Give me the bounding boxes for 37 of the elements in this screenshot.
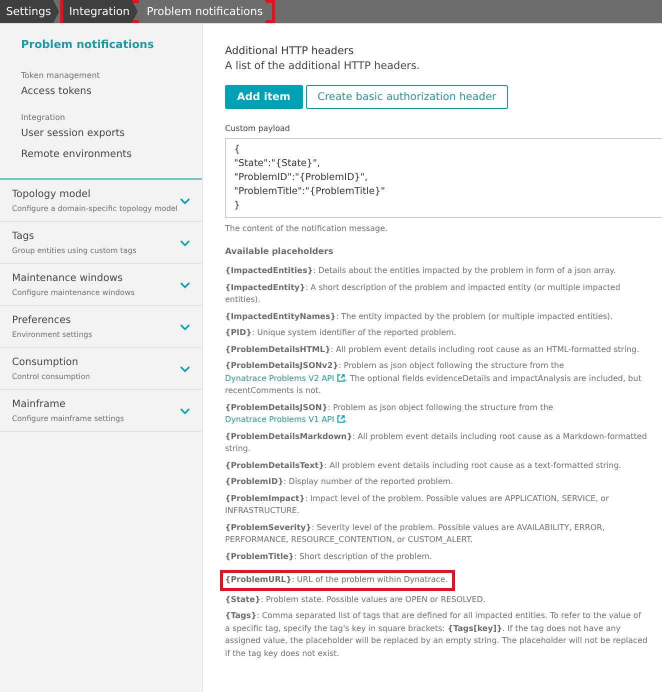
- section-title: Preferences: [12, 315, 72, 326]
- breadcrumb-item[interactable]: Integration: [63, 0, 138, 23]
- placeholder-description: {ProblemDetailsJSONv2}: Problem as json object following the structure from the Dynatrace Problems V2 API . The optional fields evidenceDetails and impactAnalysis are included, but recentComments is not.: [225, 360, 642, 397]
- placeholder-description: {ProblemDetailsJSON}: Problem as json object following the structure from the Dynatrace Problems V1 API .: [225, 402, 554, 426]
- section-title: Maintenance windows: [12, 273, 124, 284]
- placeholder-description: {ImpactedEntityNames}: The entity impacted by the problem (or multiple impacted entities).: [225, 310, 614, 323]
- group-label: Token management: [21, 71, 100, 80]
- placeholder-description: {ProblemSeverity}: Severity level of the problem. Possible values are AVAILABILITY, ERROR, PERFORMANCE, RESOURCE_CONTENTION, or CUSTOM_ALERT.: [225, 522, 606, 546]
- placeholder-description: {ImpactedEntity}: A short description of the problem and impacted entity (or multiple impacted entities).: [225, 282, 622, 306]
- placeholder-description: {ImpactedEntities}: Details about the entities impacted by the problem in form of a json array.: [225, 265, 617, 277]
- group-label: Integration: [21, 113, 66, 122]
- section-heading: Additional HTTP headers: [225, 45, 355, 57]
- field-label: Custom payload: [225, 124, 292, 133]
- section-title: Consumption: [12, 357, 80, 368]
- placeholder-description: {ProblemDetailsMarkdown}: All problem event details including root cause as a Markdown-formatted string.: [225, 430, 648, 455]
- external-link-icon: [336, 415, 345, 423]
- breadcrumb-item[interactable]: Settings: [0, 0, 60, 23]
- sidebar-item[interactable]: Access tokens: [21, 86, 92, 97]
- placeholder-description: {ProblemDetailsText}: All problem event details including root cause as a text-formatted string.: [225, 460, 622, 472]
- placeholder-description: {Tags}: Comma separated list of tags that are defined for all impacted entities. To refer to the value of a specific tag, specify the tag's key in square brackets: {Tags[key]}. If the tag does not have any assigned value, the placeholder will be replaced by an empty string. The placeholder will not be replaced if the tag key does not exist.: [225, 610, 648, 660]
- description-text: A list of the additional HTTP headers.: [225, 60, 421, 72]
- sidebar-item[interactable]: Remote environments: [21, 149, 132, 160]
- hint-text: The content of the notification message.: [225, 224, 389, 233]
- placeholder-description: {State}: Problem state. Possible values are OPEN or RESOLVED.: [225, 594, 486, 606]
- section-title: Mainframe: [12, 399, 67, 410]
- section-title: Topology model: [12, 189, 92, 200]
- placeholder-description: {ProblemTitle}: Short description of the problem.: [225, 550, 433, 563]
- placeholder-description: {ProblemID}: Display number of the reported problem.: [225, 476, 454, 488]
- placeholder-description: {PID}: Unique system identifier of the reported problem.: [225, 327, 458, 339]
- placeholder-description: {ProblemURL}: URL of the problem within Dynatrace.: [225, 574, 448, 586]
- external-link-icon: [336, 374, 345, 382]
- section-heading: Available placeholders: [225, 247, 334, 257]
- sidebar-item[interactable]: User session exports: [21, 128, 125, 139]
- section-title: Tags: [12, 231, 36, 242]
- placeholder-description: {ProblemDetailsHTML}: All problem event details including root cause as an HTML-formatted string.: [225, 344, 640, 356]
- payload-field[interactable]: { "State":"{State}", "ProblemID":"{ProblemID}", "ProblemTitle":"{ProblemTitle}" }: [225, 138, 662, 218]
- placeholder-description: {ProblemImpact}: Impact level of the problem. Possible values are APPLICATION, SERVICE, or INFRASTRUCTURE.: [225, 492, 610, 517]
